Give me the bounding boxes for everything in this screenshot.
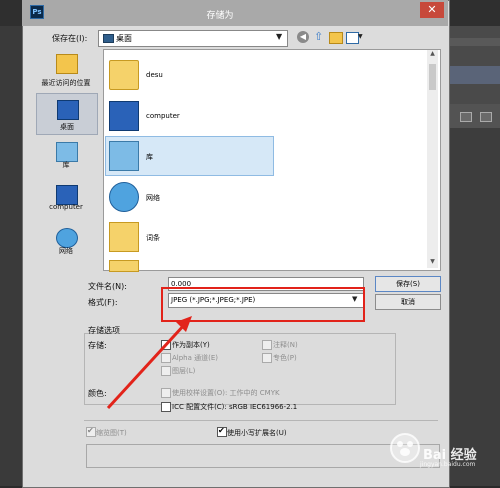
spot-label: 专色(P) — [273, 354, 297, 362]
scrollbar-thumb[interactable] — [429, 64, 436, 90]
place-label: 最近访问的位置 — [41, 79, 91, 87]
scroll-down-icon[interactable]: ▼ — [427, 258, 438, 268]
save-in-label: 保存在(I): — [52, 34, 88, 43]
color-label: 颜色: — [88, 389, 107, 398]
list-item-label: 词条 — [146, 234, 160, 242]
proof-checkbox[interactable] — [161, 388, 171, 398]
computer-icon — [109, 101, 139, 131]
lowercase-ext-checkbox[interactable]: ✔ — [217, 426, 227, 437]
list-item[interactable]: 库 — [105, 136, 274, 176]
network-icon — [56, 228, 78, 248]
save-in-value: 桌面 — [116, 34, 132, 43]
annotations-label: 注释(N) — [273, 341, 298, 349]
list-item-label: 网络 — [146, 194, 160, 202]
list-item[interactable]: 词条 — [106, 218, 266, 254]
place-library[interactable]: 库 — [30, 140, 102, 174]
camera-icon[interactable] — [460, 112, 472, 122]
file-list[interactable]: desu computer 库 网络 词条 — [103, 49, 441, 272]
layers-label: 图层(L) — [172, 367, 196, 375]
library-icon — [56, 142, 78, 162]
place-desktop[interactable]: 桌面 — [36, 93, 98, 135]
as-copy-checkbox[interactable] — [161, 340, 171, 350]
list-item-label: computer — [146, 112, 180, 120]
list-item[interactable] — [106, 256, 266, 272]
layers-checkbox[interactable] — [161, 366, 171, 376]
scroll-up-icon[interactable]: ▲ — [427, 50, 438, 60]
new-folder-icon[interactable] — [329, 32, 343, 44]
cancel-button[interactable]: 取消 — [375, 294, 441, 310]
list-item-label: desu — [146, 71, 163, 79]
place-computer[interactable]: computer — [30, 183, 102, 217]
spot-checkbox[interactable] — [262, 353, 272, 363]
list-item[interactable]: computer — [106, 97, 266, 133]
trash-icon[interactable] — [480, 112, 492, 122]
store-label: 存储: — [88, 341, 107, 350]
user-folder-icon — [109, 60, 139, 90]
watermark-url: jingyan.baidu.com — [420, 461, 476, 468]
library-icon — [109, 141, 139, 171]
place-label: 库 — [62, 161, 70, 169]
thumbnail-label: 缩览图(T) — [96, 429, 127, 437]
place-recent[interactable]: 最近访问的位置 — [30, 48, 102, 90]
desktop-folder-icon — [103, 34, 114, 43]
panel-selected-layer — [448, 66, 500, 84]
alpha-label: Alpha 通道(E) — [172, 354, 219, 362]
save-options-title: 存储选项 — [88, 326, 120, 335]
place-label: 网络 — [59, 247, 73, 255]
back-icon[interactable]: ◀ — [297, 31, 309, 43]
annotations-checkbox[interactable] — [262, 340, 272, 350]
alpha-checkbox[interactable] — [161, 353, 171, 363]
lowercase-ext-label: 使用小写扩展名(U) — [227, 429, 287, 437]
icc-checkbox[interactable] — [161, 402, 171, 412]
proof-label: 使用校样设置(O): 工作中的 CMYK — [172, 389, 280, 397]
filename-label: 文件名(N): — [88, 282, 127, 291]
recent-places-icon — [56, 54, 78, 74]
place-label: computer — [49, 203, 83, 211]
desktop-icon — [57, 100, 79, 120]
thumbnail-checkbox[interactable]: ✔ — [86, 426, 96, 437]
chevron-down-icon[interactable]: ▼ — [276, 32, 282, 41]
save-button[interactable]: 保存(S) — [375, 276, 441, 292]
close-button[interactable]: ✕ — [420, 2, 444, 18]
annotation-highlight-box — [161, 287, 365, 322]
list-item[interactable]: desu — [106, 56, 266, 92]
place-label: 桌面 — [60, 123, 74, 131]
place-network[interactable]: 网络 — [30, 226, 102, 260]
photoshop-logo-icon: Ps — [30, 5, 44, 19]
list-item-label: 库 — [146, 153, 153, 161]
dialog-title: 存储为 — [206, 11, 234, 21]
list-item[interactable]: 网络 — [106, 178, 266, 214]
up-folder-icon[interactable]: ⇧ — [314, 31, 324, 43]
places-sidebar: 最近访问的位置 桌面 库 computer 网络 — [30, 48, 102, 278]
network-icon — [109, 182, 139, 212]
folder-icon — [109, 260, 139, 272]
format-label: 格式(F): — [88, 298, 118, 307]
folder-icon — [109, 222, 139, 252]
panel-footer — [448, 104, 500, 128]
panel-tab-strip — [448, 38, 500, 46]
icc-label: ICC 配置文件(C): sRGB IEC61966-2.1 — [172, 403, 298, 411]
computer-icon — [56, 185, 78, 205]
view-dropdown-arrow-icon[interactable]: ▼ — [358, 33, 363, 40]
as-copy-label: 作为副本(Y) — [172, 341, 210, 349]
